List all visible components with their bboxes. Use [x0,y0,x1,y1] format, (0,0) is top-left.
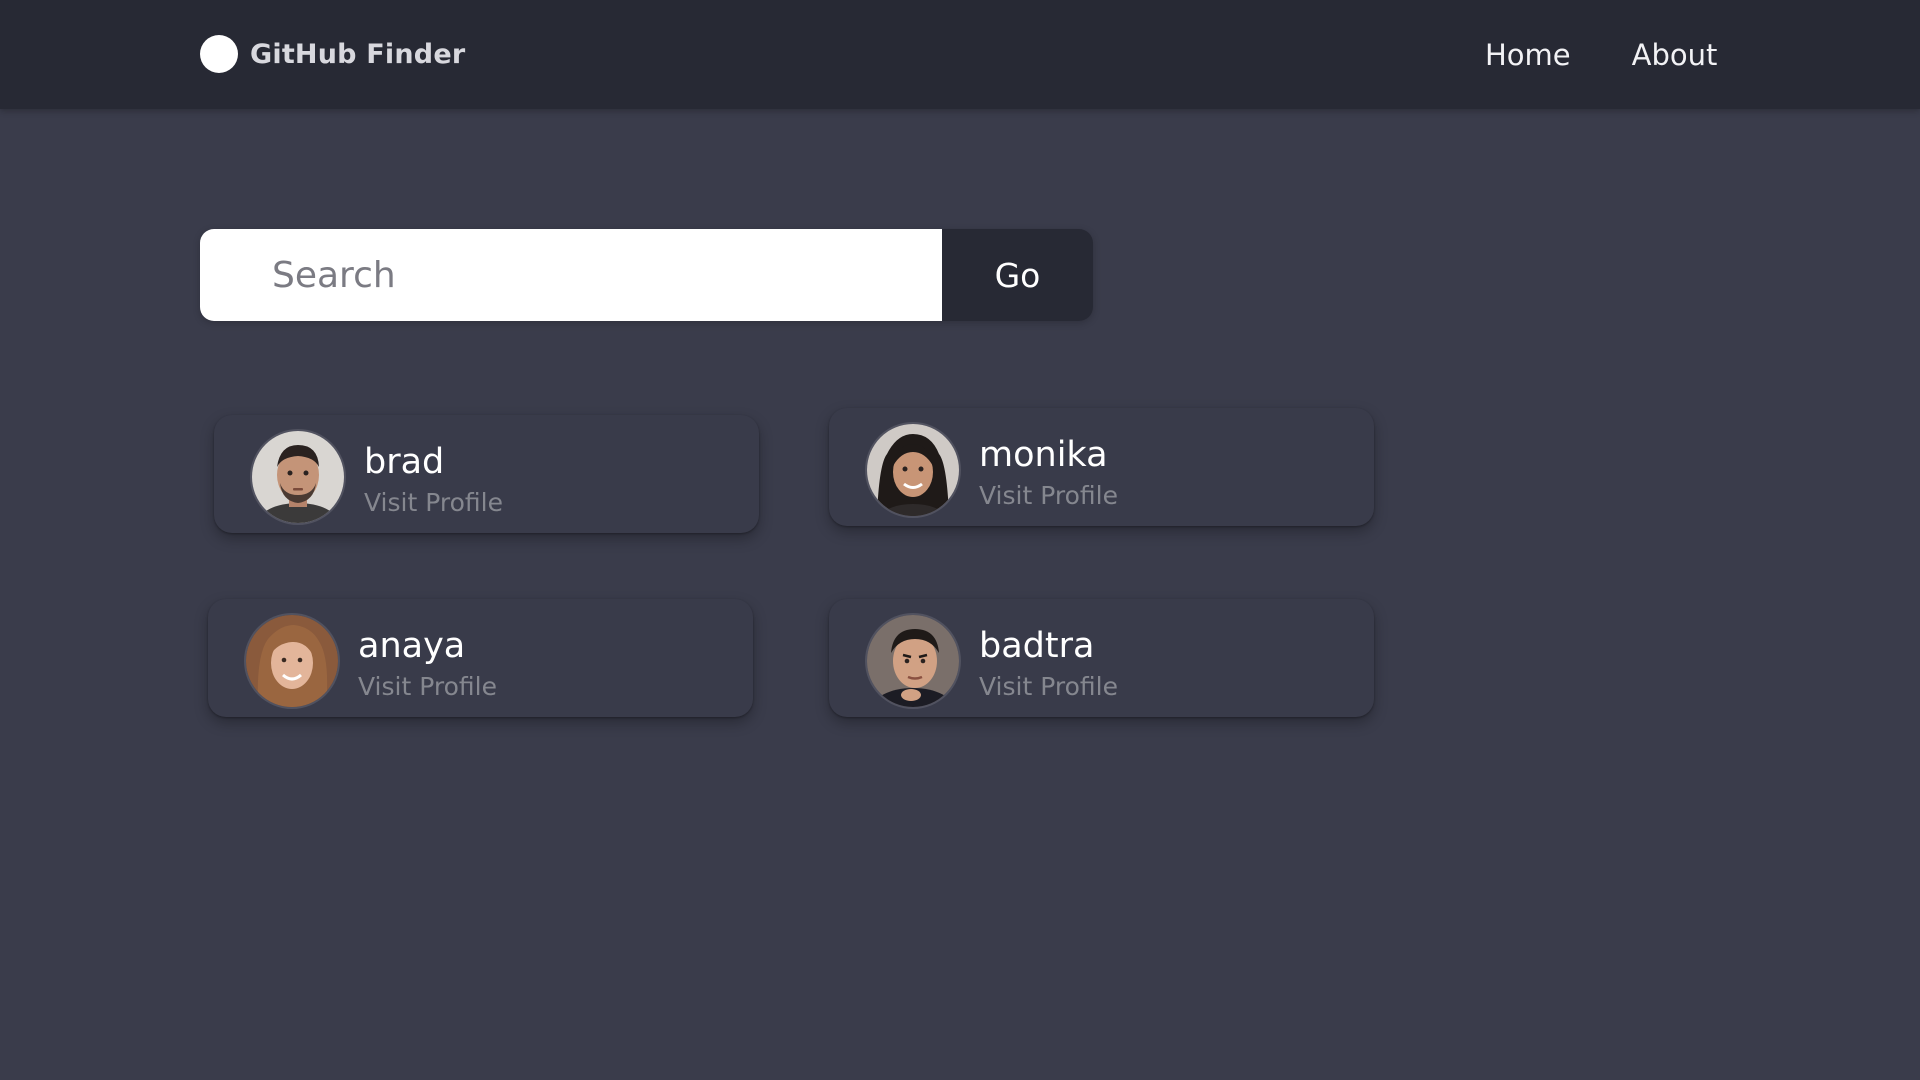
username: anaya [358,626,466,666]
user-card-anaya[interactable]: anaya Visit Profile [208,599,753,717]
visit-profile-link[interactable]: Visit Profile [979,672,1118,701]
search-input[interactable] [200,229,942,321]
brand-link[interactable]: GitHub Finder [200,35,465,73]
username: monika [979,435,1108,475]
user-card-brad[interactable]: brad Visit Profile [214,415,759,533]
visit-profile-link[interactable]: Visit Profile [979,481,1118,510]
brand-title: GitHub Finder [250,38,466,70]
avatar [252,431,344,523]
nav-links: Home About [1485,38,1717,72]
navbar: GitHub Finder Home About [0,0,1920,109]
avatar [867,424,959,516]
visit-profile-link[interactable]: Visit Profile [364,488,503,517]
user-card-badtra[interactable]: badtra Visit Profile [829,599,1374,717]
go-button[interactable]: Go [942,229,1093,321]
username: badtra [979,626,1095,666]
avatar [246,615,338,707]
username: brad [364,442,445,482]
nav-link-home[interactable]: Home [1485,38,1571,72]
nav-link-about[interactable]: About [1632,38,1718,72]
visit-profile-link[interactable]: Visit Profile [358,672,497,701]
avatar [867,615,959,707]
search-form: Go [200,229,1093,321]
user-card-monika[interactable]: monika Visit Profile [829,408,1374,526]
github-logo-icon [200,35,238,73]
